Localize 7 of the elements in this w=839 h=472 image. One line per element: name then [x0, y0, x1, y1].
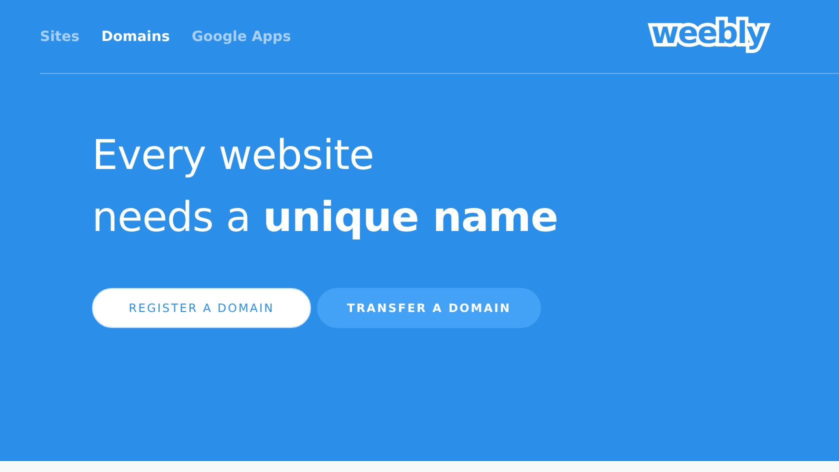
headline: needs a unique name	[92, 192, 559, 243]
nav-link[interactable]: Google Apps	[192, 28, 291, 44]
headline: Every website	[92, 130, 375, 181]
nav-link[interactable]: Sites	[40, 28, 80, 44]
register-button[interactable]: REGISTER A DOMAIN	[92, 288, 311, 328]
nav-link[interactable]: Domains	[101, 28, 170, 44]
transfer-button[interactable]: TRANSFER A DOMAIN	[317, 288, 541, 328]
